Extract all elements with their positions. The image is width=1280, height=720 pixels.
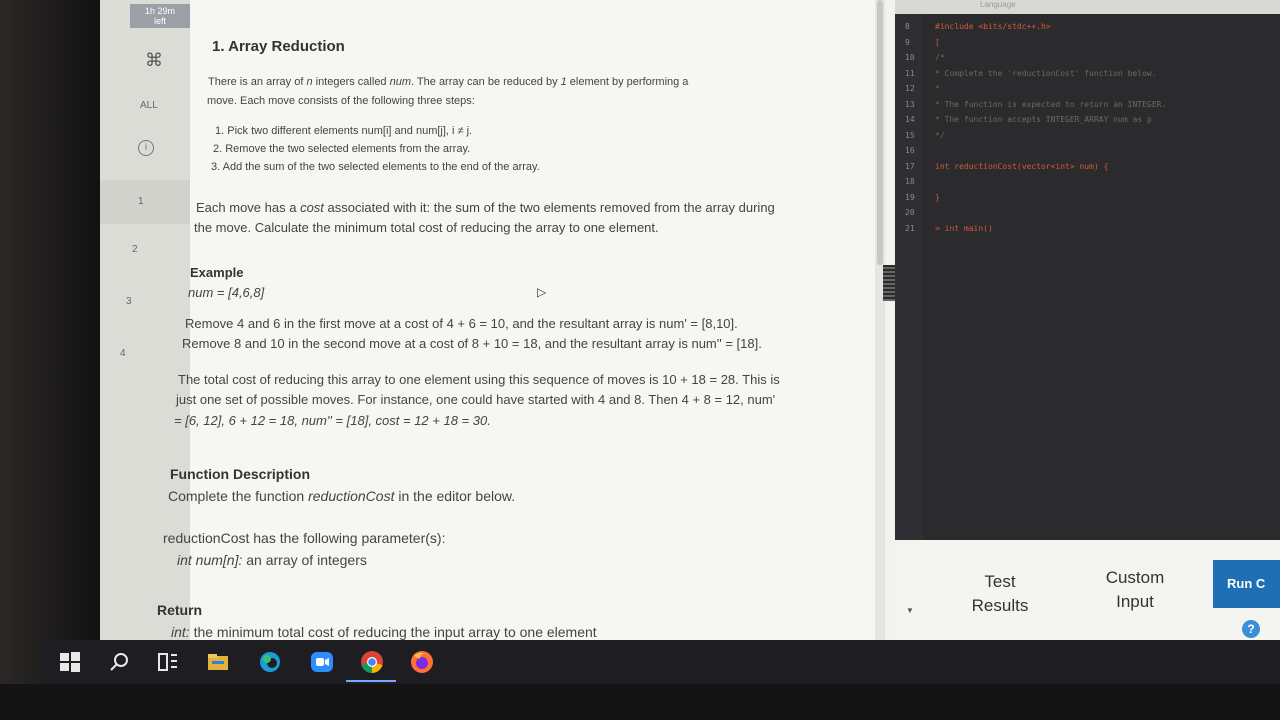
total-line-1: The total cost of reducing this array to… <box>178 372 780 387</box>
edge-icon[interactable] <box>258 650 282 674</box>
line-number: 18 <box>905 177 915 186</box>
step-1: 1. Pick two different elements num[i] an… <box>215 125 473 137</box>
windows-taskbar <box>40 640 1280 684</box>
mouse-cursor-icon: ▷ <box>537 285 547 299</box>
parameters-heading: reductionCost has the following paramete… <box>163 530 446 546</box>
action-bar: Test Results Custom Input Run C <box>895 540 1280 640</box>
test-results-tab[interactable]: Test Results <box>965 570 1035 618</box>
file-explorer-icon[interactable] <box>206 650 230 674</box>
code-line[interactable]: #include <bits/stdc++.h> <box>935 22 1051 31</box>
line-number: 13 <box>905 99 915 109</box>
line-number: 19 <box>905 192 915 202</box>
language-selector[interactable]: Language <box>980 0 1016 9</box>
problem-statement: 1. Array Reduction There is an array of … <box>157 0 875 640</box>
chevron-down-icon[interactable]: ▼ <box>906 606 914 615</box>
zoom-icon[interactable] <box>310 650 334 674</box>
editor-toolbar: Language <box>895 0 1280 14</box>
active-app-indicator <box>346 680 396 682</box>
line-number: 20 <box>905 208 915 217</box>
question-item-3[interactable]: 3 <box>126 296 132 307</box>
question-item-1[interactable]: 1 <box>138 196 144 207</box>
code-line[interactable]: /* <box>935 53 945 62</box>
chrome-icon[interactable] <box>360 650 384 674</box>
run-code-button[interactable]: Run C <box>1213 560 1280 608</box>
line-number: 8 <box>905 22 910 31</box>
desk-surface <box>0 684 1280 720</box>
code-editor[interactable]: Language 8 #include <bits/stdc++.h> 9 [10 /*… <box>895 0 1280 540</box>
code-line[interactable]: * The function is expected to return an … <box>935 100 1166 109</box>
line-number: 16 <box>905 146 915 155</box>
cost-line-2: the move. Calculate the minimum total co… <box>194 220 659 235</box>
code-line[interactable]: * <box>935 84 940 93</box>
parameter-num: int num[n]: an array of integers <box>177 552 367 568</box>
problem-scrollbar-thumb[interactable] <box>877 0 883 265</box>
code-line[interactable]: */ <box>935 131 945 140</box>
example-heading: Example <box>190 265 244 280</box>
question-item-active[interactable] <box>100 180 190 224</box>
firefox-icon[interactable] <box>410 650 434 674</box>
code-line[interactable]: > int main() <box>935 224 993 233</box>
search-icon[interactable] <box>108 650 132 674</box>
problem-scrollbar[interactable] <box>875 0 885 640</box>
screen: 1h 29m left ⌘ ALL i 1 2 3 4 1. Array Red… <box>100 0 1280 680</box>
line-number: 17 <box>905 161 915 171</box>
intro-line-2: move. Each move consists of the followin… <box>207 95 475 107</box>
line-number: 15 <box>905 130 915 140</box>
function-description-heading: Function Description <box>170 466 310 482</box>
line-number: 12 <box>905 84 915 93</box>
example-move-2: Remove 8 and 10 in the second move at a … <box>182 336 762 351</box>
step-2: 2. Remove the two selected elements from… <box>213 143 471 155</box>
code-line[interactable]: [ <box>935 38 940 47</box>
step-3: 3. Add the sum of the two selected eleme… <box>211 161 540 173</box>
total-line-3: = [6, 12], 6 + 12 = 18, num'' = [18], co… <box>174 413 491 428</box>
line-number: 21 <box>905 223 915 233</box>
monitor-frame-left <box>0 0 110 720</box>
code-line[interactable]: } <box>935 193 940 202</box>
command-icon[interactable]: ⌘ <box>145 50 163 71</box>
total-line-2: just one set of possible moves. For inst… <box>176 392 776 407</box>
code-line[interactable]: int reductionCost(vector<int> num) { <box>935 162 1108 171</box>
task-view-icon[interactable] <box>156 650 180 674</box>
cost-line-1: Each move has a cost associated with it:… <box>196 200 775 215</box>
function-description: Complete the function reductionCost in t… <box>168 488 516 504</box>
question-item-2[interactable]: 2 <box>132 244 138 255</box>
help-icon[interactable]: ? <box>1242 620 1260 638</box>
line-number: 11 <box>905 68 915 78</box>
example-move-1: Remove 4 and 6 in the first move at a co… <box>185 316 738 331</box>
line-number: 10 <box>905 53 915 62</box>
info-icon[interactable]: i <box>138 140 154 156</box>
line-number: 9 <box>905 37 910 47</box>
time-left-badge: 1h 29m left <box>130 4 190 28</box>
return-heading: Return <box>157 602 203 618</box>
question-item-4[interactable]: 4 <box>120 348 126 359</box>
windows-start-icon[interactable] <box>58 650 82 674</box>
example-array: num = [4,6,8] <box>188 285 265 300</box>
code-line[interactable]: * Complete the 'reductionCost' function … <box>935 69 1157 78</box>
code-line[interactable]: * The function accepts INTEGER_ARRAY num… <box>935 115 1152 124</box>
intro-line-1: There is an array of n integers called n… <box>208 76 689 88</box>
all-questions-link[interactable]: ALL <box>140 100 158 111</box>
custom-input-tab[interactable]: Custom Input <box>1095 566 1175 614</box>
return-description: int: the minimum total cost of reducing … <box>171 624 597 640</box>
line-number: 14 <box>905 115 915 124</box>
pane-resize-handle[interactable] <box>883 265 895 301</box>
problem-title: 1. Array Reduction <box>212 38 345 55</box>
